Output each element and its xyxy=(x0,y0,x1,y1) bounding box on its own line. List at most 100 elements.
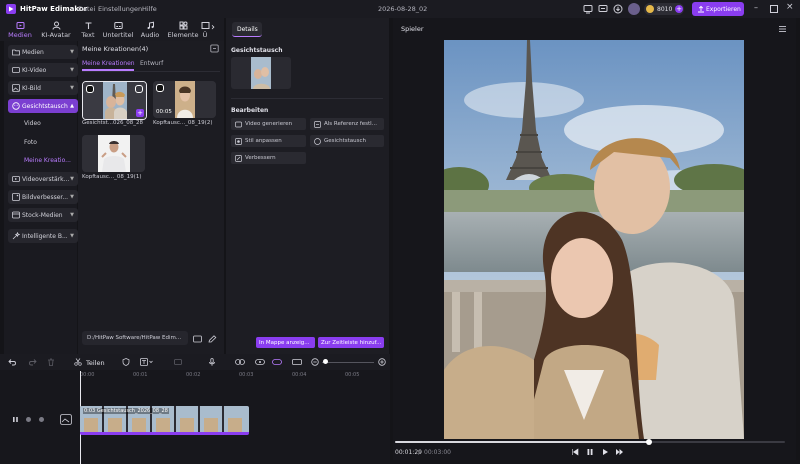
zoom-out-icon[interactable] xyxy=(311,358,319,366)
sidebar-sub-video[interactable]: Video xyxy=(24,120,41,127)
media-title: Meine Kreationen(4) xyxy=(82,45,149,53)
add-to-timeline-icon[interactable]: + xyxy=(136,109,144,117)
redo-icon[interactable] xyxy=(28,358,37,366)
snap-icon[interactable] xyxy=(272,359,282,365)
export-button[interactable]: Exportieren xyxy=(692,2,744,16)
collapse-panel-icon[interactable] xyxy=(210,44,219,53)
progress-handle[interactable] xyxy=(645,439,652,445)
tab-elemente[interactable]: Elemente xyxy=(166,19,200,41)
ai-image-icon xyxy=(12,84,20,92)
menu-einstellungen[interactable]: Einstellungen xyxy=(98,5,142,13)
set-reference-button[interactable]: Als Referenz festl... xyxy=(310,118,384,130)
sidebar-sub-meine-kreationen[interactable]: Meine Kreatio... xyxy=(24,157,71,164)
timeline-ruler[interactable]: 00:00 00:01 00:02 00:03 00:04 00:05 xyxy=(80,371,390,381)
microphone-icon[interactable] xyxy=(208,358,216,366)
sidebar-item-stock-medien[interactable]: Stock-Medien ▼ xyxy=(8,208,78,222)
shield-icon[interactable] xyxy=(122,358,130,366)
tab-audio[interactable]: Audio xyxy=(136,19,164,41)
show-in-folder-button[interactable]: In Mappe anzeig... xyxy=(256,337,315,348)
menu-hilfe[interactable]: Hilfe xyxy=(142,5,157,13)
sidebar-item-intelligente-bearbeitung[interactable]: Intelligente B... ▼ xyxy=(8,229,78,243)
track-lock-icon[interactable] xyxy=(255,359,265,365)
path-field[interactable]: D:/HitPaw Software/HitPaw Edim... xyxy=(82,331,188,345)
zoom-slider-handle[interactable] xyxy=(323,359,328,364)
track-pause-icon[interactable] xyxy=(12,416,19,423)
select-circle-icon[interactable] xyxy=(135,85,143,93)
edit-pencil-icon[interactable] xyxy=(208,335,217,343)
split-icon[interactable] xyxy=(74,358,82,366)
enhance-button[interactable]: Verbessern xyxy=(231,152,306,164)
feedback-icon[interactable] xyxy=(598,4,608,14)
tab-entwurf[interactable]: Entwurf xyxy=(140,60,163,67)
split-button[interactable]: Teilen xyxy=(86,359,105,367)
minimize-icon[interactable]: – xyxy=(754,4,758,12)
ai-avatar-icon xyxy=(52,21,60,30)
face-swap-button[interactable]: Gesichtstausch xyxy=(310,135,384,147)
fast-forward-icon[interactable] xyxy=(615,448,624,456)
text-tool-icon[interactable] xyxy=(140,358,154,366)
crop-icon[interactable] xyxy=(174,358,182,366)
time-separator: / xyxy=(418,449,421,456)
fit-timeline-icon[interactable] xyxy=(292,359,302,365)
previous-frame-icon[interactable] xyxy=(571,448,579,456)
sidebar-item-gesichtstausch[interactable]: Gesichtstausch ▲ xyxy=(8,99,78,113)
credits-count: 8010 xyxy=(657,5,673,13)
video-preview[interactable] xyxy=(444,40,744,439)
sidebar-item-ki-video[interactable]: KI-Video ▼ xyxy=(8,63,78,77)
tab-medien[interactable]: Medien xyxy=(6,19,34,42)
sidebar-item-ki-bild[interactable]: KI-Bild ▼ xyxy=(8,81,78,95)
display-icon[interactable] xyxy=(583,4,593,14)
credits-badge[interactable]: 8010 + xyxy=(644,3,684,15)
tab-details[interactable]: Details xyxy=(232,22,262,37)
sidebar-sub-foto[interactable]: Foto xyxy=(24,139,37,146)
stock-media-icon xyxy=(12,211,20,219)
ruler-label: 00:01 xyxy=(133,372,148,378)
tab-untertitel[interactable]: Untertitel xyxy=(102,19,134,41)
tab-meine-kreationen[interactable]: Meine Kreationen xyxy=(82,60,135,67)
track-visibility-icon[interactable] xyxy=(25,416,32,423)
track-cover-icon[interactable] xyxy=(60,414,72,425)
text-icon xyxy=(85,22,91,29)
play-icon[interactable] xyxy=(601,448,609,456)
avatar[interactable] xyxy=(628,3,640,15)
media-thumbnail-1[interactable]: + xyxy=(82,81,147,120)
media-thumbnail-2[interactable]: 00:05 xyxy=(153,81,216,118)
zoom-slider[interactable] xyxy=(322,359,374,364)
video-enhance-icon xyxy=(12,176,20,182)
sidebar-item-videoverstaerker[interactable]: Videoverstärk... ▼ xyxy=(8,172,78,186)
folder-open-icon[interactable] xyxy=(193,335,202,343)
maximize-icon[interactable] xyxy=(770,5,778,13)
progress-track[interactable] xyxy=(395,439,785,445)
edit-heading: Bearbeiten xyxy=(231,107,269,114)
track-mute-icon[interactable] xyxy=(38,416,45,423)
menu-datei[interactable]: Datei xyxy=(78,5,95,13)
media-duration: 00:05 xyxy=(156,109,172,115)
checkbox-icon[interactable] xyxy=(86,85,94,93)
timeline-clip[interactable]: 0:03 Gesichtstausch_2026_08_28 xyxy=(80,406,249,435)
pause-icon[interactable] xyxy=(586,448,594,456)
style-icon xyxy=(235,137,242,145)
sidebar-item-bildverbesserer[interactable]: Bildverbesser... ▼ xyxy=(8,190,78,204)
details-panel: Details Gesichtstausch Bearbeiten Video … xyxy=(226,18,389,354)
sidebar-item-medien[interactable]: Medien ▼ xyxy=(8,45,78,59)
delete-icon[interactable] xyxy=(47,358,55,366)
download-icon[interactable] xyxy=(613,4,623,14)
add-to-timeline-button[interactable]: Zur Zeitleiste hinzuf... xyxy=(318,337,384,348)
player-menu-icon[interactable] xyxy=(778,25,787,33)
app-logo-icon xyxy=(6,4,16,14)
close-icon[interactable]: × xyxy=(786,3,794,12)
zoom-in-icon[interactable] xyxy=(378,358,386,366)
chevron-down-icon: ▼ xyxy=(70,211,74,218)
checkbox-icon[interactable] xyxy=(156,84,164,92)
undo-icon[interactable] xyxy=(8,358,17,366)
link-icon[interactable] xyxy=(235,359,245,365)
tab-text[interactable]: Text xyxy=(74,19,102,41)
tabs-scroll-right-icon[interactable]: › xyxy=(211,22,215,33)
tab-uebergang[interactable]: Ü xyxy=(200,19,210,41)
media-thumbnail-3[interactable] xyxy=(82,135,145,172)
style-adjust-button[interactable]: Stil anpassen xyxy=(231,135,306,147)
tab-ki-avatar[interactable]: KI-Avatar xyxy=(38,19,74,41)
video-generate-button[interactable]: Video generieren xyxy=(231,118,306,130)
add-credits-icon[interactable]: + xyxy=(675,5,683,13)
media-library-panel: Meine Kreationen(4) Meine Kreationen Ent… xyxy=(78,41,224,354)
